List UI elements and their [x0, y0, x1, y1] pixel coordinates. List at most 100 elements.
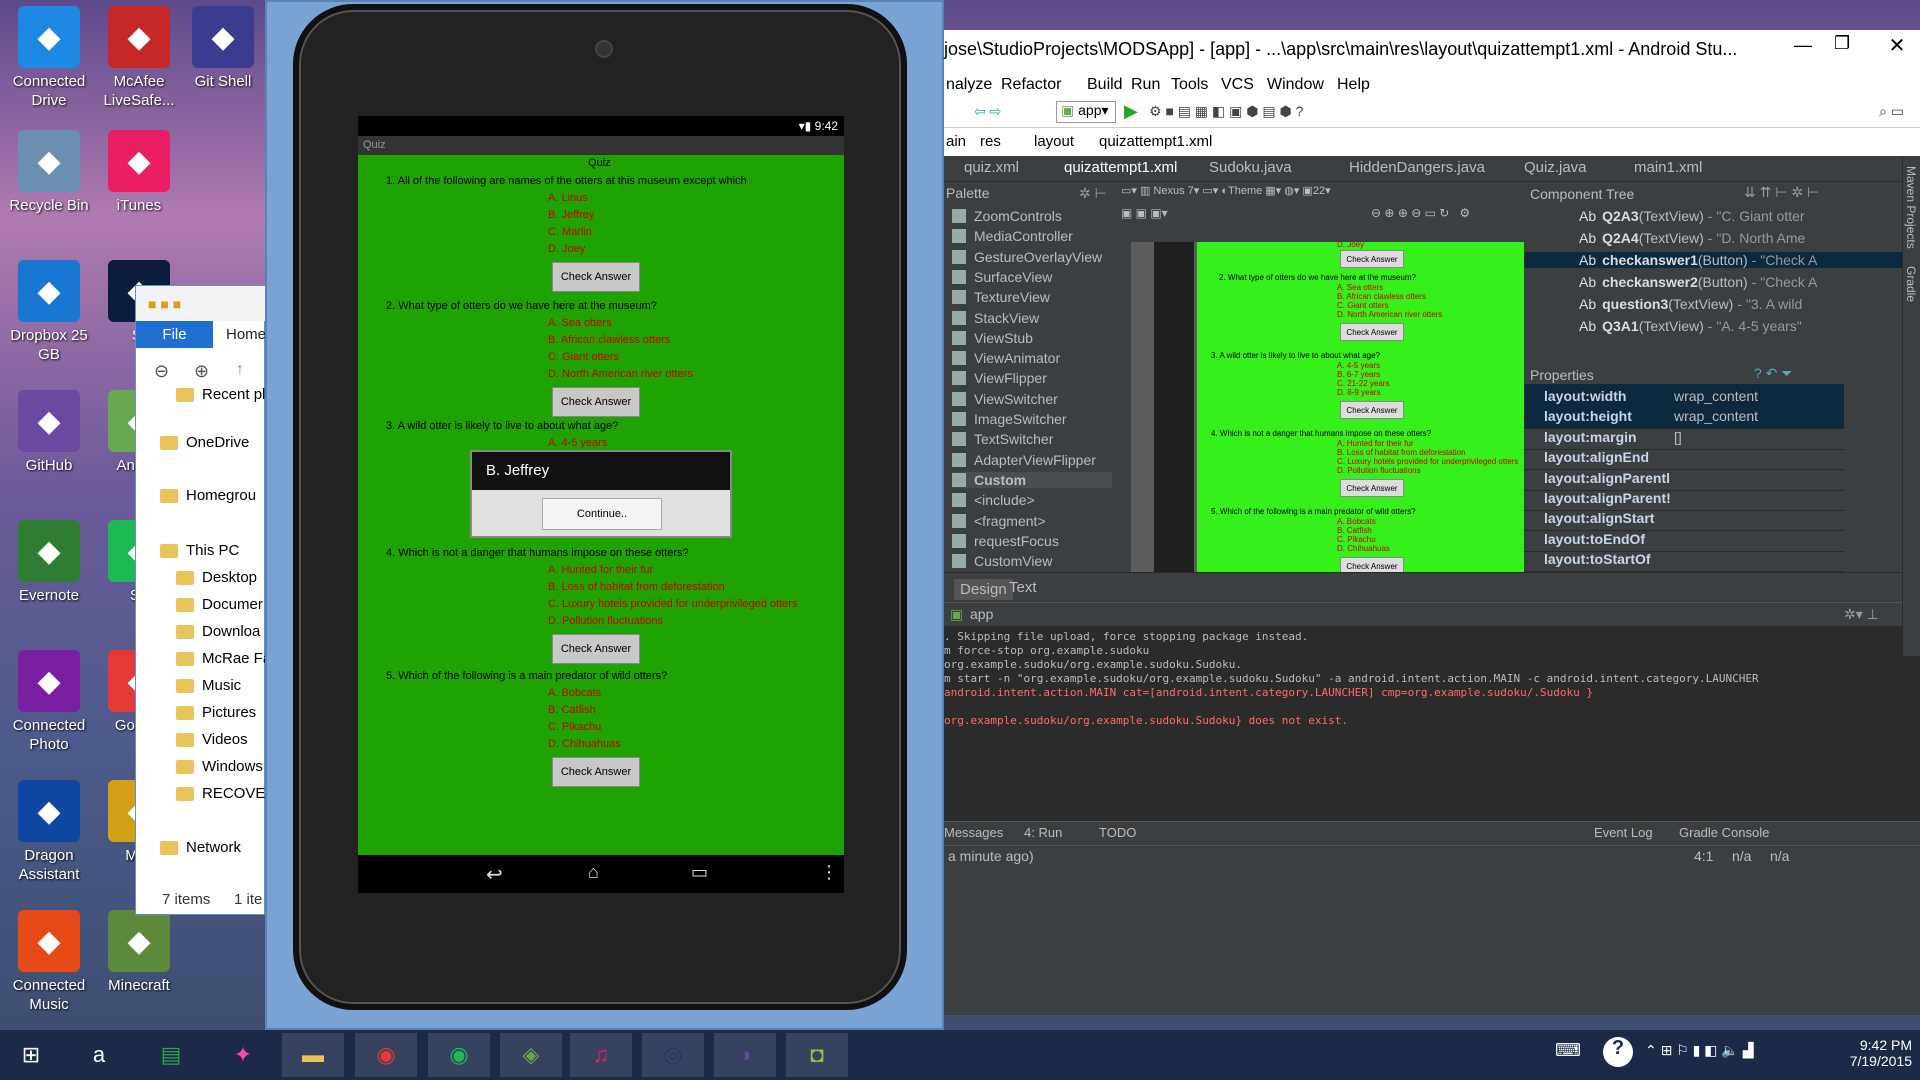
nav-item[interactable]: Desktop	[176, 569, 257, 586]
answer-option[interactable]: C. Pikachu	[548, 721, 601, 733]
check-answer-button[interactable]: Check Answer	[552, 757, 640, 787]
menu-item[interactable]: Refactor	[1001, 76, 1061, 94]
maximize-icon[interactable]: ❐	[1834, 33, 1850, 54]
nav-back-icon[interactable]: ↩	[486, 862, 503, 887]
undo-icon[interactable]: ⇦ ⇨	[974, 103, 1001, 120]
store-icon[interactable]: ▤	[140, 1033, 202, 1077]
breadcrumb-item[interactable]: layout	[1034, 133, 1074, 150]
answer-option[interactable]: D. Joey	[548, 243, 585, 255]
editor-tab[interactable]: HiddenDangers.java	[1349, 159, 1485, 176]
expand-icon[interactable]: ⇊ ⇈ ⊢ ✲ ⊢	[1744, 184, 1819, 201]
menu-item[interactable]: Run	[1131, 76, 1160, 94]
theme-select[interactable]: Theme	[1228, 185, 1262, 197]
editor-tab[interactable]: quizattempt1.xml	[1064, 159, 1177, 176]
answer-option[interactable]: D. North American river otters	[548, 368, 693, 380]
tree-node[interactable]: Ab checkanswer2(Button) - "Check A	[1579, 274, 1817, 290]
palette-item[interactable]: ViewSwitcher	[952, 391, 1058, 407]
nav-item[interactable]: This PC	[160, 542, 239, 559]
nav-item[interactable]: Windows	[176, 758, 263, 775]
desktop-icon[interactable]: ◆ Dragon Assistant	[2, 780, 96, 884]
palette-item[interactable]: CustomView	[952, 553, 1052, 569]
answer-option[interactable]: A. 4-5 years	[548, 437, 607, 449]
editor-tab[interactable]: Quiz.java	[1524, 159, 1587, 176]
desktop-icon[interactable]: ◆ Minecraft	[92, 910, 186, 995]
console-output[interactable]: . Skipping file upload, force stopping p…	[944, 626, 1920, 821]
layout-preview[interactable]: D. Joey Check Answer 2. What type of otter…	[1197, 242, 1549, 572]
gear-icon[interactable]: ✲ ⊢	[1079, 185, 1107, 202]
desktop-icon[interactable]: ◆ Connected Drive	[2, 6, 96, 110]
tree-node[interactable]: Ab Q2A4(TextView) - "D. North Ame	[1579, 230, 1805, 246]
tray-icons[interactable]: ⌃ ⊞ ⚐ ▮ ◧ 🔈 ▟	[1645, 1042, 1753, 1059]
android-studio-icon[interactable]: ◈	[500, 1033, 562, 1077]
check-answer-button[interactable]: Check Answer	[552, 387, 640, 417]
spotify-icon[interactable]: ◉	[428, 1033, 490, 1077]
preview-check-button[interactable]: Check Answer	[1340, 401, 1404, 419]
nav-item[interactable]: OneDrive	[160, 434, 249, 451]
run-tab-label[interactable]: app	[970, 606, 993, 622]
desktop-icon[interactable]: ◆ Connected Music	[2, 910, 96, 1014]
palette-item[interactable]: GestureOverlayView	[952, 249, 1102, 265]
desktop-icon[interactable]: ◆ GitHub	[2, 390, 96, 475]
menu-item[interactable]: Help	[1337, 76, 1370, 94]
file-explorer-icon[interactable]: ▬	[282, 1033, 344, 1077]
nav-item[interactable]: Downloa	[176, 623, 260, 640]
start-icon[interactable]: ⊞	[0, 1033, 62, 1077]
keyboard-icon[interactable]: ⌨	[1555, 1040, 1581, 1061]
close-icon[interactable]: ✕	[1874, 33, 1920, 63]
palette-item[interactable]: SurfaceView	[952, 269, 1052, 285]
palette-item[interactable]: AdapterViewFlipper	[952, 452, 1096, 468]
editor-tab[interactable]: quiz.xml	[964, 159, 1019, 176]
answer-option[interactable]: C. Giant otters	[548, 351, 619, 363]
maven-projects-tab[interactable]: Maven Projects	[1904, 166, 1918, 249]
run-config-select[interactable]: ▣ app▾	[1056, 101, 1116, 123]
minimize-icon[interactable]: —	[1794, 35, 1812, 56]
palette-item[interactable]: ViewStub	[952, 330, 1033, 346]
api-select[interactable]: 22	[1313, 185, 1325, 197]
preview-check-button[interactable]: Check Answer	[1340, 250, 1404, 268]
back-icon[interactable]: ⊖	[154, 361, 169, 382]
desktop-icon[interactable]: ◆ McAfee LiveSafe...	[92, 6, 186, 110]
continue-button[interactable]: Continue..	[542, 498, 662, 530]
breadcrumb-item[interactable]: res	[980, 133, 1001, 150]
menu-item[interactable]: Tools	[1171, 76, 1208, 94]
desktop-icon[interactable]: ◆ Dropbox 25 GB	[2, 260, 96, 364]
file-explorer-window[interactable]: ■ ■ ■ File Home ⊖ ⊕ ↑ Recent pl OneDrive H…	[135, 285, 276, 915]
tab-home[interactable]: Home	[226, 326, 266, 343]
breadcrumb-item[interactable]: ain	[946, 133, 966, 150]
property-row[interactable]: layout:toStartOf	[1524, 547, 1844, 573]
answer-option[interactable]: A. Bobcats	[548, 687, 601, 699]
palette-item[interactable]: Custom	[952, 471, 1112, 488]
palette-item[interactable]: ViewFlipper	[952, 370, 1047, 386]
device-select[interactable]: Nexus 7	[1153, 185, 1193, 197]
android-studio-window[interactable]: nalyze Refactor Build Run Tools VCS Window Help…	[944, 30, 1920, 1015]
nav-recents-icon[interactable]: ▭	[691, 862, 708, 883]
check-answer-button[interactable]: Check Answer	[552, 262, 640, 292]
answer-option[interactable]: D. Pollution fluctuations	[548, 615, 663, 627]
editor-tab[interactable]: Sudoku.java	[1209, 159, 1292, 176]
check-answer-button[interactable]: Check Answer	[552, 634, 640, 664]
tool-window-tab[interactable]: Gradle Console	[1679, 825, 1769, 840]
tree-node[interactable]: Ab Q2A3(TextView) - "C. Giant otter	[1579, 208, 1805, 224]
breadcrumb-item[interactable]: quizattempt1.xml	[1099, 133, 1212, 150]
palette-item[interactable]: TextSwitcher	[952, 431, 1053, 447]
property-value[interactable]: wrap_content	[1674, 388, 1758, 404]
tree-node[interactable]: Ab Q3A1(TextView) - "A. 4-5 years"	[1579, 318, 1802, 334]
desktop-icon[interactable]: ◆ Recycle Bin	[2, 130, 96, 215]
nav-item[interactable]: Music	[176, 677, 241, 694]
tool-window-tab[interactable]: Messages	[944, 825, 1003, 840]
amazon-icon[interactable]: a	[68, 1033, 130, 1077]
desktop-icon[interactable]: ◆ iTunes	[92, 130, 186, 215]
debug-icon[interactable]: ⚙ ■ ▤ ▦ ◧ ▣ ⬢ ▤ ⬢ ?	[1149, 103, 1303, 120]
itunes-icon[interactable]: ♫	[570, 1033, 632, 1077]
palette-item[interactable]: StackView	[952, 310, 1039, 326]
tab-file[interactable]: File	[136, 321, 213, 348]
games-icon[interactable]: ✦	[212, 1033, 274, 1077]
palette-item[interactable]: <fragment>	[952, 513, 1046, 529]
nav-item[interactable]: RECOVER	[176, 785, 276, 802]
gradle-tab[interactable]: Gradle	[1904, 266, 1918, 302]
palette-item[interactable]: requestFocus	[952, 533, 1059, 549]
help-icon[interactable]: ? ↶ ⏷	[1754, 365, 1793, 382]
up-icon[interactable]: ↑	[236, 361, 244, 379]
answer-option[interactable]: B. African clawless otters	[548, 334, 670, 346]
android-icon[interactable]: ◘	[786, 1033, 848, 1077]
